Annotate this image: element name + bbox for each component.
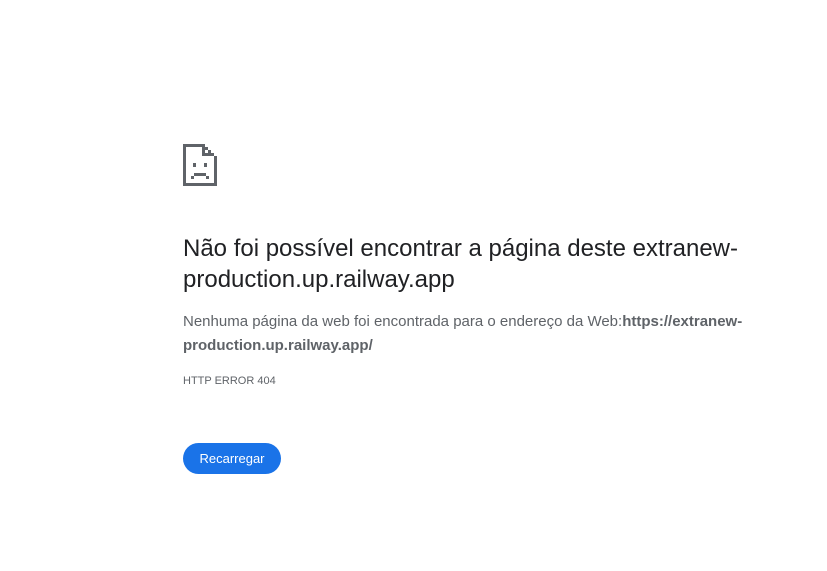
reload-button[interactable]: Recarregar [183, 443, 281, 474]
error-page: Não foi possível encontrar a página dest… [0, 0, 827, 571]
error-description-text: Nenhuma página da web foi encontrada par… [183, 313, 623, 330]
error-title-text: Não foi possível encontrar a página dest… [183, 235, 626, 262]
error-code: HTTP ERROR 404 [183, 375, 276, 387]
sad-page-icon [183, 144, 217, 186]
error-title: Não foi possível encontrar a página dest… [183, 233, 783, 295]
error-description: Nenhuma página da web foi encontrada par… [183, 310, 773, 358]
